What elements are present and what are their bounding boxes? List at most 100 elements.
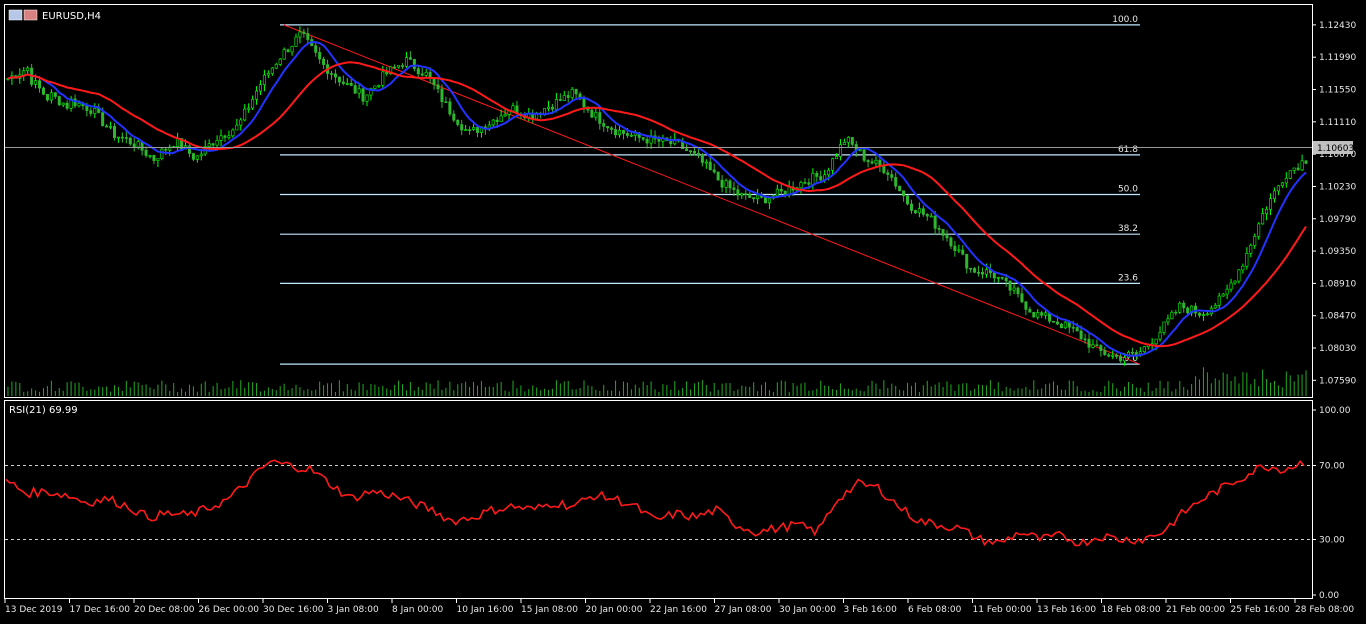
chart-window[interactable]: EURUSD,H4 100.0 61.8 50.0 38.2 23.6 0.0 1.124… — [0, 0, 1366, 620]
candle-body — [116, 136, 120, 139]
time-tick-label: 18 Feb 08:00 — [1102, 605, 1161, 615]
candle-body — [728, 180, 732, 189]
candle-body — [223, 135, 227, 138]
candle-body — [1154, 338, 1158, 345]
rsi-tick-label: 30.00 — [1319, 536, 1345, 546]
time-tick-label: 8 Jan 00:00 — [392, 605, 444, 615]
candle-body — [1055, 321, 1059, 325]
time-tick-label: 20 Jan 00:00 — [586, 605, 643, 615]
candle-body — [113, 126, 117, 138]
candle-body — [890, 174, 894, 178]
candle-body — [1257, 223, 1261, 237]
candle-body — [1079, 330, 1083, 340]
candle-body — [1083, 338, 1087, 341]
price-tick-label: 1.11110 — [1319, 118, 1356, 128]
candle-body — [381, 71, 385, 86]
candle-body — [468, 129, 472, 131]
candle-body — [1269, 198, 1273, 210]
candle-body — [436, 84, 440, 90]
candle-body — [546, 106, 550, 109]
candle-body — [93, 108, 97, 114]
candle-body — [779, 188, 783, 192]
candle-body — [353, 85, 357, 94]
candle-body — [606, 126, 610, 129]
candle-body — [685, 148, 689, 151]
candle-body — [294, 36, 298, 47]
price-tick-label: 1.07590 — [1319, 376, 1356, 386]
chart-canvas[interactable]: EURUSD,H4 100.061.850.038.223.60.0 1.124… — [0, 0, 1366, 620]
candle-body — [444, 101, 448, 104]
candle-body — [1174, 311, 1178, 314]
time-tick-label: 25 Feb 16:00 — [1231, 605, 1290, 615]
candle-body — [748, 193, 752, 198]
candle-body — [495, 119, 499, 122]
candle-body — [393, 66, 397, 69]
candle-body — [1261, 213, 1265, 225]
candle-body — [1229, 282, 1233, 290]
time-tick-label: 26 Dec 00:00 — [199, 605, 260, 615]
candle-body — [913, 210, 917, 214]
candle-body — [258, 84, 262, 92]
time-tick-label: 22 Jan 16:00 — [650, 605, 707, 615]
chart-window-icon — [8, 9, 23, 21]
candle-body — [929, 215, 933, 218]
candle-body — [1292, 167, 1296, 171]
candle-body — [602, 123, 606, 127]
candle-body — [322, 58, 326, 65]
candle-body — [763, 197, 767, 204]
candle-body — [550, 106, 554, 110]
candle-body — [835, 156, 839, 160]
candle-body — [1000, 277, 1004, 279]
candle-body — [408, 57, 412, 60]
candle-body — [827, 169, 831, 176]
candle-body — [448, 101, 452, 115]
price-tick-label: 1.08030 — [1319, 344, 1356, 354]
candle-body — [1095, 344, 1099, 347]
fibo-level-label: 50.0 — [1118, 185, 1138, 195]
candle-body — [472, 127, 476, 130]
candle-body — [302, 31, 306, 34]
candle-body — [894, 177, 898, 187]
candle-body — [1091, 344, 1095, 348]
candle-body — [333, 73, 337, 78]
candle-body — [953, 245, 957, 251]
candle-body — [278, 58, 282, 65]
candle-body — [41, 87, 45, 95]
candle-body — [22, 70, 26, 76]
price-tick-label: 1.11550 — [1319, 86, 1356, 96]
rsi-label: RSI(21) 69.99 — [9, 405, 78, 416]
candle-body — [61, 102, 65, 106]
candle-body — [1182, 302, 1186, 309]
candle-body — [274, 64, 278, 69]
candle-body — [105, 125, 109, 128]
candle-body — [120, 136, 124, 139]
candle-body — [357, 88, 361, 94]
candle-body — [1272, 190, 1276, 199]
candle-body — [1178, 302, 1182, 313]
time-tick-label: 30 Jan 00:00 — [779, 605, 836, 615]
candle-body — [965, 253, 969, 269]
candle-body — [53, 92, 57, 97]
candle-body — [874, 159, 878, 164]
candle-body — [629, 134, 633, 137]
candle-body — [1241, 265, 1245, 271]
candle-body — [807, 182, 811, 185]
candle-body — [251, 98, 255, 109]
candle-body — [34, 80, 38, 85]
candle-body — [866, 160, 870, 163]
candle-body — [1024, 301, 1028, 310]
candle-body — [594, 112, 598, 118]
candle-body — [243, 108, 247, 121]
candle-body — [811, 173, 815, 185]
fibo-level-label: 61.8 — [1118, 145, 1138, 155]
candle-body — [231, 129, 235, 137]
candle-body — [1166, 318, 1170, 323]
candle-body — [1103, 350, 1107, 356]
candle-body — [906, 195, 910, 205]
candle-body — [1158, 332, 1162, 340]
candle-body — [412, 59, 416, 69]
candle-body — [815, 173, 819, 177]
candle-body — [1119, 356, 1123, 362]
candle-body — [570, 89, 574, 98]
candle-body — [1265, 209, 1269, 215]
